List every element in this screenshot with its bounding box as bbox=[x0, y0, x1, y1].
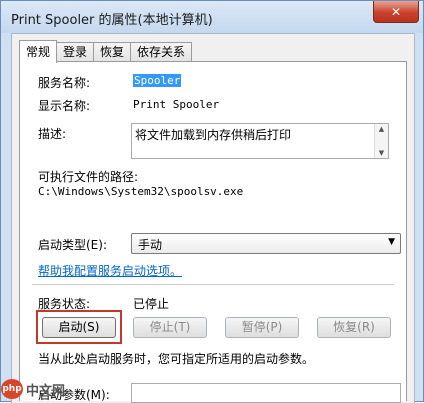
description-scrollbar[interactable]: ▲ ▼ bbox=[374, 124, 388, 158]
tab-recovery[interactable]: 恢复 bbox=[93, 42, 132, 62]
startup-type-value: 手动 bbox=[138, 238, 163, 252]
service-name-label: 服务名称: bbox=[38, 76, 91, 90]
highlight-frame bbox=[36, 310, 122, 344]
description-box[interactable]: 将文件加载到内存供稍后打印 ▲ ▼ bbox=[131, 123, 389, 159]
properties-dialog: Print Spooler 的属性(本地计算机) ✕ 常规 登录 恢复 依存关系… bbox=[0, 0, 424, 403]
tab-general[interactable]: 常规 bbox=[19, 40, 58, 63]
path-value: C:\Windows\System32\spoolsv.exe bbox=[38, 185, 244, 198]
chevron-down-icon: ▼ bbox=[388, 237, 395, 247]
start-params-input[interactable] bbox=[131, 383, 401, 403]
service-name-value[interactable]: Spooler bbox=[133, 74, 182, 87]
display-name-label: 显示名称: bbox=[38, 99, 91, 113]
scroll-up-icon[interactable]: ▲ bbox=[379, 124, 384, 134]
tab-strip: 常规 登录 恢复 依存关系 bbox=[19, 40, 193, 63]
tab-logon[interactable]: 登录 bbox=[56, 42, 95, 62]
dialog-body: 常规 登录 恢复 依存关系 服务名称: Spooler 显示名称: Print … bbox=[11, 33, 415, 403]
path-label: 可执行文件的路径: bbox=[38, 170, 139, 184]
description-value: 将文件加载到内存供稍后打印 bbox=[135, 128, 292, 142]
display-name-value[interactable]: Print Spooler bbox=[133, 98, 219, 111]
service-status-value: 已停止 bbox=[133, 297, 170, 311]
title-bar[interactable]: Print Spooler 的属性(本地计算机) ✕ bbox=[1, 1, 423, 33]
scroll-down-icon[interactable]: ▼ bbox=[379, 148, 384, 158]
watermark: php 中文网 bbox=[1, 378, 65, 400]
help-configure-link[interactable]: 帮助我配置服务启动选项。 bbox=[38, 262, 182, 279]
close-icon: ✕ bbox=[390, 4, 402, 19]
watermark-text: 中文网 bbox=[26, 383, 66, 399]
php-logo-icon: php bbox=[1, 379, 23, 399]
general-tab-page: 服务名称: Spooler 显示名称: Print Spooler 描述: 将文… bbox=[19, 61, 407, 403]
close-button[interactable]: ✕ bbox=[373, 1, 419, 23]
tab-dependencies[interactable]: 依存关系 bbox=[130, 42, 193, 62]
pause-button[interactable]: 暂停(P) bbox=[225, 317, 299, 338]
start-params-note: 当从此处启动服务时，您可指定所适用的启动参数。 bbox=[38, 352, 315, 366]
resume-button[interactable]: 恢复(R) bbox=[317, 317, 391, 338]
startup-type-label: 启动类型(E): bbox=[38, 238, 107, 252]
description-label: 描述: bbox=[38, 127, 67, 141]
divider bbox=[32, 284, 394, 285]
stop-button[interactable]: 停止(T) bbox=[133, 317, 207, 338]
startup-type-select[interactable]: 手动 ▼ bbox=[131, 233, 401, 254]
window-title: Print Spooler 的属性(本地计算机) bbox=[11, 13, 213, 28]
